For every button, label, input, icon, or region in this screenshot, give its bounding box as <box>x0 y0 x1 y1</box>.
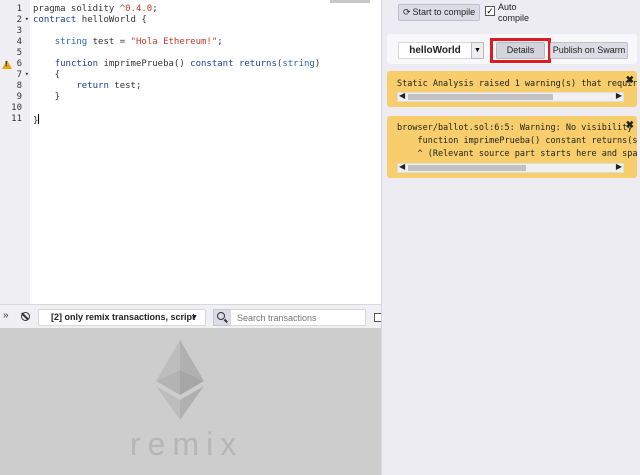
start-compile-button[interactable]: ⟳ Start to compile <box>398 4 480 21</box>
scroll-left-icon[interactable]: ◀ <box>399 91 405 100</box>
warning-text: Static Analysis raised 1 warning(s) that… <box>397 79 637 89</box>
line-number: 8 <box>16 81 22 91</box>
line-number: 11 <box>11 114 22 124</box>
warning-icon[interactable] <box>2 60 12 69</box>
fold-toggle-icon[interactable]: ▾ <box>25 15 29 23</box>
terminal-output: remix <box>0 328 381 475</box>
ethereum-logo-icon <box>156 340 204 420</box>
auto-compile-checkbox[interactable]: ✓ <box>485 6 495 16</box>
scrollbar-thumb[interactable] <box>408 94 553 100</box>
details-button[interactable]: Details <box>496 42 545 59</box>
line-number: 2 ▾ <box>16 15 29 25</box>
contract-row: helloWorld ▼ Details Publish on Swarm <box>387 34 637 64</box>
terminal-toolbar: » [2] only remix transactions, script ▼ <box>0 304 383 328</box>
search-transactions-input[interactable] <box>230 309 366 326</box>
code-line[interactable]: return test; <box>33 81 141 92</box>
search-icon[interactable] <box>213 309 230 326</box>
warning-text: browser/ballot.sol:6:5: Warning: No visi… <box>397 123 637 133</box>
caret-down-icon: ▼ <box>191 314 198 321</box>
code-line[interactable]: } <box>33 92 60 103</box>
scroll-right-icon[interactable]: ▶ <box>616 162 622 171</box>
text-cursor <box>38 114 40 124</box>
refresh-icon: ⟳ <box>403 7 411 17</box>
code-editor[interactable]: 12▾34567▾891011 pragma solidity ^0.4.0;c… <box>0 0 381 304</box>
line-number: 10 <box>11 103 22 113</box>
warning-text: function imprimePrueba() constant return… <box>397 136 637 146</box>
transaction-filter-label: [2] only remix transactions, script <box>51 312 196 322</box>
line-number: 5 <box>16 48 22 58</box>
scroll-right-icon[interactable]: ▶ <box>616 91 622 100</box>
compile-panel: ⟳ Start to compile ✓ Auto compile helloWo… <box>381 0 640 475</box>
code-line[interactable]: string test = "Hola Ethereum!"; <box>33 37 223 48</box>
chevron-down-icon[interactable]: ▼ <box>471 42 484 59</box>
code-line[interactable]: { <box>33 70 60 81</box>
code-line[interactable]: } <box>33 114 40 126</box>
static-analysis-warning: Static Analysis raised 1 warning(s) that… <box>387 71 637 107</box>
line-number: 9 <box>16 92 22 102</box>
line-number: 4 <box>16 37 22 47</box>
code-line[interactable]: contract helloWorld { <box>33 15 147 26</box>
horizontal-scrollbar[interactable]: ◀ ▶ <box>397 91 624 102</box>
start-compile-label: Start to compile <box>412 7 476 17</box>
clear-console-icon[interactable] <box>21 312 30 321</box>
warning-text: ^ (Relevant source part starts here and … <box>397 149 637 159</box>
close-icon[interactable]: ✖ <box>626 120 634 131</box>
contract-select-value: helloWorld <box>409 45 461 56</box>
collapse-terminal-icon[interactable]: » <box>3 310 9 321</box>
editor-gutter: 12▾34567▾891011 <box>0 0 30 304</box>
auto-compile-label: Auto compile <box>498 2 530 23</box>
transaction-filter-select[interactable]: [2] only remix transactions, script ▼ <box>38 309 206 326</box>
code-line[interactable]: function imprimePrueba() constant return… <box>33 59 321 70</box>
line-number: 7 ▾ <box>16 70 29 80</box>
code-line[interactable]: pragma solidity ^0.4.0; <box>33 4 158 15</box>
remix-wordmark: remix <box>130 426 244 462</box>
scrollbar-thumb[interactable] <box>408 165 526 171</box>
fold-toggle-icon[interactable]: ▾ <box>25 70 29 78</box>
close-icon[interactable]: ✖ <box>626 75 634 86</box>
line-number: 3 <box>16 26 22 36</box>
line-number: 1 <box>16 4 22 14</box>
compiler-warning: browser/ballot.sol:6:5: Warning: No visi… <box>387 116 637 178</box>
publish-on-swarm-button[interactable]: Publish on Swarm <box>550 42 628 59</box>
editor-scroll-indicator[interactable] <box>330 0 370 3</box>
line-number: 6 <box>0 59 30 70</box>
scroll-left-icon[interactable]: ◀ <box>399 162 405 171</box>
horizontal-scrollbar[interactable]: ◀ ▶ <box>397 162 624 173</box>
